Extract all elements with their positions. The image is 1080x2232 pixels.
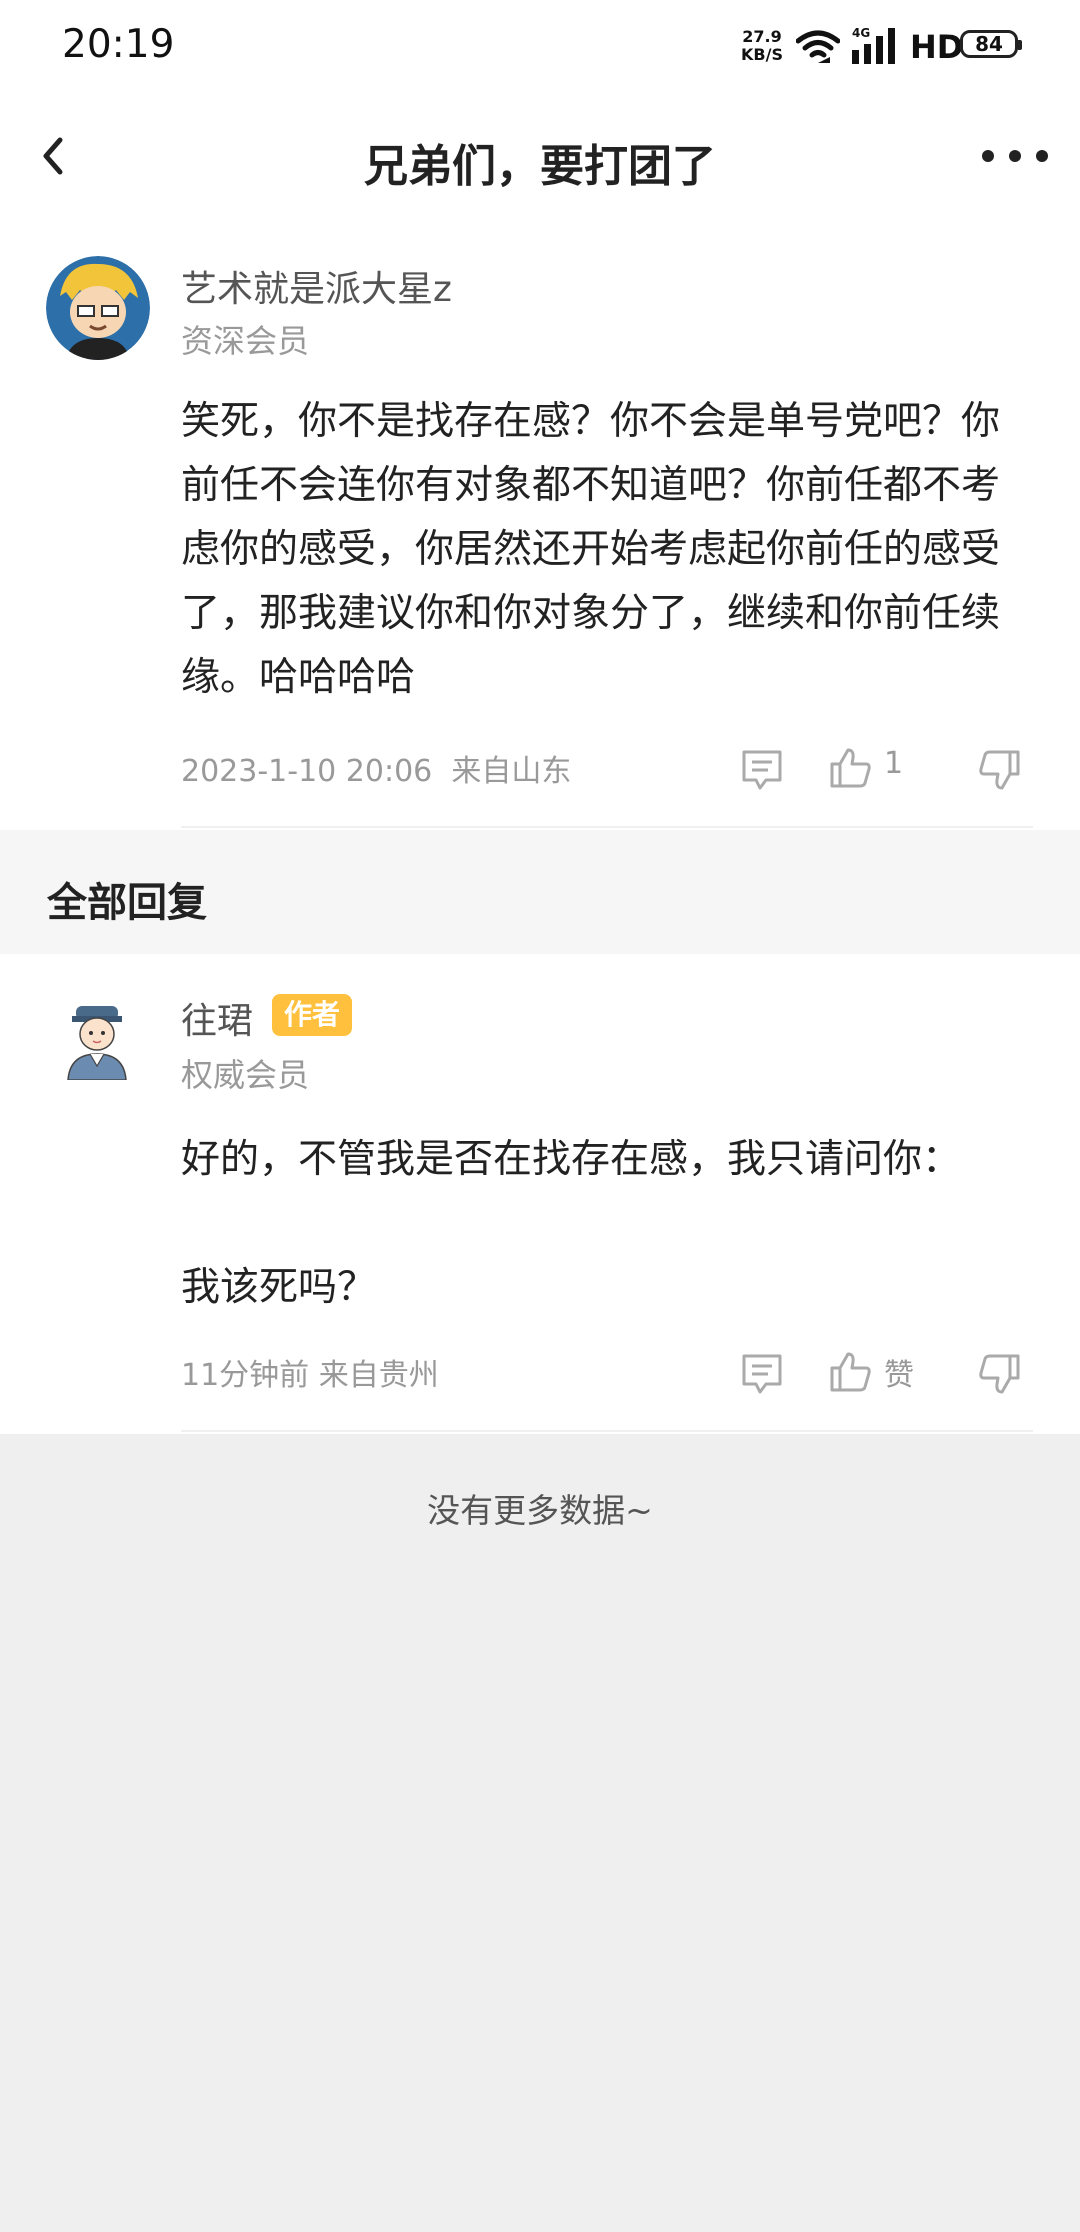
replies-section-header: 全部回复 — [0, 830, 1080, 954]
wifi-icon — [796, 30, 840, 63]
thumbs-up-icon[interactable] — [828, 1350, 872, 1394]
status-time: 20:19 — [62, 22, 175, 67]
comment-timestamp: 2023-1-10 20:06 — [181, 754, 433, 789]
comment-location: 来自山东 — [451, 754, 572, 789]
thumbs-down-icon[interactable] — [978, 1352, 1022, 1396]
reply-comment-icon[interactable] — [740, 1352, 784, 1396]
reply-like-label: 赞 — [884, 1358, 914, 1393]
avatar[interactable] — [46, 256, 150, 360]
main-comment: 艺术就是派大星z 资深会员 笑死，你不是找存在感？你不会是单号党吧？你前任不会连… — [0, 220, 1080, 830]
thumbs-down-icon[interactable] — [978, 748, 1022, 792]
svg-text:4G: 4G — [852, 26, 870, 40]
comment-meta: 2023-1-10 20:06 来自山东 — [181, 746, 571, 790]
more-options-icon[interactable] — [978, 144, 1052, 168]
divider — [181, 826, 1033, 828]
page-title: 兄弟们，要打团了 — [364, 141, 716, 192]
author-badge: 作者 — [272, 994, 353, 1036]
status-bar: 20:19 27.9 KB/S 4G HD 84 — [0, 0, 1080, 96]
comment-member-level: 资深会员 — [181, 322, 310, 360]
battery-icon: 84 — [960, 30, 1022, 58]
reply-username[interactable]: 往珺 — [181, 992, 253, 1044]
reply-meta: 11分钟前 来自贵州 — [181, 1350, 439, 1394]
reply-member-level: 权威会员 — [181, 1056, 310, 1094]
reply-text: 好的，不管我是否在找存在感，我只请问你： 我该死吗？ — [181, 1137, 962, 1310]
no-more-data-label: 没有更多数据~ — [427, 1491, 653, 1530]
nav-bar: 兄弟们，要打团了 — [0, 96, 1080, 220]
replies-section-title: 全部回复 — [47, 880, 207, 926]
reply-comment-icon[interactable] — [740, 748, 784, 792]
network-speed: 27.9 KB/S — [741, 27, 783, 64]
reply-item: 往珺 作者 权威会员 好的，不管我是否在找存在感，我只请问你： 我该死吗？ 11… — [0, 954, 1080, 1434]
reply-avatar[interactable] — [58, 1002, 136, 1080]
thumbs-up-icon[interactable] — [828, 746, 872, 790]
reply-timestamp: 11分钟前 — [181, 1358, 310, 1393]
reply-location: 来自贵州 — [318, 1358, 439, 1393]
signal-icon: 4G — [852, 26, 895, 64]
comment-text: 笑死，你不是找存在感？你不会是单号党吧？你前任不会连你有对象都不知道吧？你前任都… — [181, 399, 1001, 700]
divider — [181, 1430, 1033, 1432]
comment-username[interactable]: 艺术就是派大星z — [181, 260, 452, 312]
hd-indicator: HD — [910, 28, 964, 66]
comment-like-count: 1 — [884, 746, 904, 781]
